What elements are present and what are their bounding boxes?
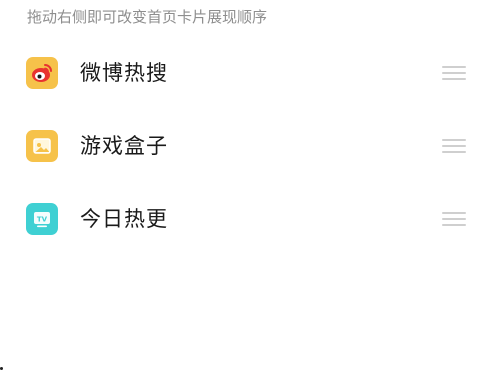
item-label: 微博热搜 bbox=[80, 61, 168, 85]
list-item-game-box[interactable]: 游戏盒子 bbox=[0, 109, 499, 182]
drag-handle-icon[interactable] bbox=[442, 139, 466, 153]
game-box-icon bbox=[26, 130, 58, 162]
card-order-settings: 拖动右侧即可改变首页卡片展现顺序 微博热搜 游戏盒子 TV 今日热更 bbox=[0, 0, 499, 376]
drag-handle-icon[interactable] bbox=[442, 212, 466, 226]
item-label: 今日热更 bbox=[80, 207, 168, 231]
tv-icon: TV bbox=[26, 203, 58, 235]
svg-text:TV: TV bbox=[37, 216, 48, 224]
dot-mark bbox=[0, 367, 3, 370]
reorder-hint: 拖动右侧即可改变首页卡片展现顺序 bbox=[27, 8, 268, 26]
drag-handle-icon[interactable] bbox=[442, 66, 466, 80]
list-item-today-hot-update[interactable]: TV 今日热更 bbox=[0, 182, 499, 255]
item-label: 游戏盒子 bbox=[80, 134, 168, 158]
weibo-icon bbox=[26, 57, 58, 89]
list-item-weibo-hot[interactable]: 微博热搜 bbox=[0, 36, 499, 109]
card-list: 微博热搜 游戏盒子 TV 今日热更 bbox=[0, 36, 499, 255]
